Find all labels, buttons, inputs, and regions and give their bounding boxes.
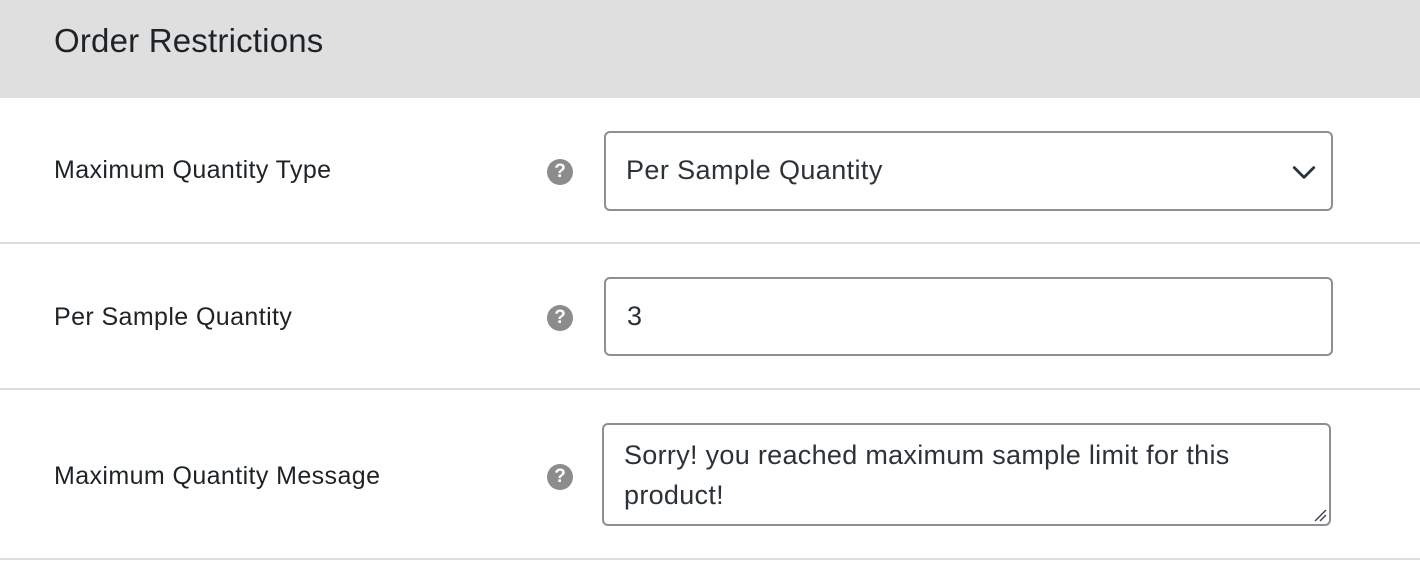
- field-label: Maximum Quantity Message: [54, 462, 381, 490]
- textarea-value: Sorry! you reached maximum sample limit …: [624, 440, 1230, 510]
- max-quantity-message-textarea[interactable]: Sorry! you reached maximum sample limit …: [602, 423, 1331, 526]
- question-circle-icon[interactable]: ?: [547, 464, 573, 490]
- max-quantity-type-select[interactable]: Per Sample Quantity: [604, 131, 1333, 211]
- select-value: Per Sample Quantity: [626, 155, 883, 185]
- field-label: Per Sample Quantity: [54, 303, 293, 331]
- settings-row-max-quantity-type: Maximum Quantity Type ? Per Sample Quant…: [0, 98, 1420, 244]
- per-sample-quantity-input[interactable]: 3: [604, 277, 1333, 356]
- settings-row-max-quantity-message: Maximum Quantity Message ? Sorry! you re…: [0, 390, 1420, 560]
- input-value: 3: [627, 301, 643, 331]
- chevron-down-icon: [1292, 166, 1316, 179]
- field-label: Maximum Quantity Type: [54, 156, 332, 184]
- question-circle-icon[interactable]: ?: [547, 305, 573, 331]
- section-title: Order Restrictions: [54, 22, 324, 59]
- question-circle-icon[interactable]: ?: [547, 159, 573, 185]
- settings-row-per-sample-quantity: Per Sample Quantity ? 3: [0, 244, 1420, 390]
- section-header: Order Restrictions: [0, 0, 1420, 98]
- resize-handle-icon[interactable]: [1313, 508, 1327, 522]
